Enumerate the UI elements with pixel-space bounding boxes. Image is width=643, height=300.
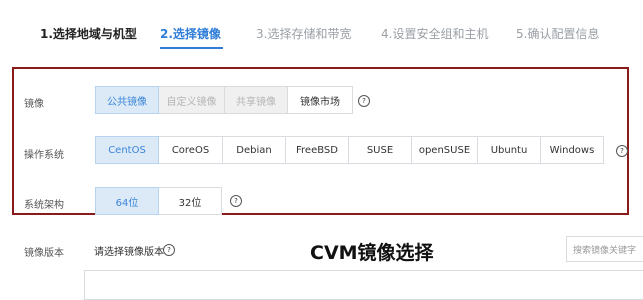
- help-icon[interactable]: ?: [358, 95, 370, 107]
- image-option-shared[interactable]: 共享镜像: [224, 86, 288, 114]
- image-version-label: 镜像版本: [24, 248, 64, 259]
- os-option-debian[interactable]: Debian: [222, 136, 286, 164]
- os-option-coreos[interactable]: CoreOS: [158, 136, 223, 164]
- image-option-public[interactable]: 公共镜像: [95, 86, 159, 114]
- os-option-opensuse[interactable]: openSUSE: [411, 136, 478, 164]
- wizard-steps: 1.选择地域与机型 2.选择镜像 3.选择存储和带宽 4.设置安全组和主机 5.…: [0, 0, 643, 62]
- arch-option-32[interactable]: 32位: [158, 187, 222, 215]
- active-step-underline: [160, 47, 223, 49]
- image-type-selector: 公共镜像 自定义镜像 共享镜像 镜像市场: [95, 86, 353, 114]
- step-1[interactable]: 1.选择地域与机型: [40, 26, 137, 42]
- os-label: 操作系统: [24, 150, 64, 161]
- image-option-custom[interactable]: 自定义镜像: [158, 86, 225, 114]
- step-4[interactable]: 4.设置安全组和主机: [381, 26, 488, 42]
- help-icon[interactable]: ?: [230, 195, 242, 207]
- os-option-suse[interactable]: SUSE: [348, 136, 412, 164]
- os-option-windows[interactable]: Windows: [540, 136, 604, 164]
- caption-title: CVM镜像选择: [310, 242, 434, 264]
- step-3[interactable]: 3.选择存储和带宽: [256, 26, 351, 42]
- arch-selector: 64位 32位: [95, 187, 222, 215]
- image-search-input[interactable]: 搜索镜像关键字: [566, 236, 643, 262]
- os-option-centos[interactable]: CentOS: [95, 136, 159, 164]
- image-type-label: 镜像: [24, 99, 44, 110]
- step-5[interactable]: 5.确认配置信息: [516, 26, 599, 42]
- help-icon[interactable]: ?: [616, 145, 628, 157]
- os-option-freebsd[interactable]: FreeBSD: [285, 136, 349, 164]
- arch-label: 系统架构: [24, 200, 64, 211]
- image-version-select[interactable]: 请选择镜像版本: [94, 243, 164, 258]
- os-selector: CentOS CoreOS Debian FreeBSD SUSE openSU…: [95, 136, 604, 164]
- help-icon[interactable]: ?: [163, 244, 175, 256]
- image-list-box: [84, 270, 643, 300]
- os-option-ubuntu[interactable]: Ubuntu: [477, 136, 541, 164]
- step-2-active[interactable]: 2.选择镜像: [160, 26, 221, 42]
- image-option-marketplace[interactable]: 镜像市场: [287, 86, 353, 114]
- arch-option-64[interactable]: 64位: [95, 187, 159, 215]
